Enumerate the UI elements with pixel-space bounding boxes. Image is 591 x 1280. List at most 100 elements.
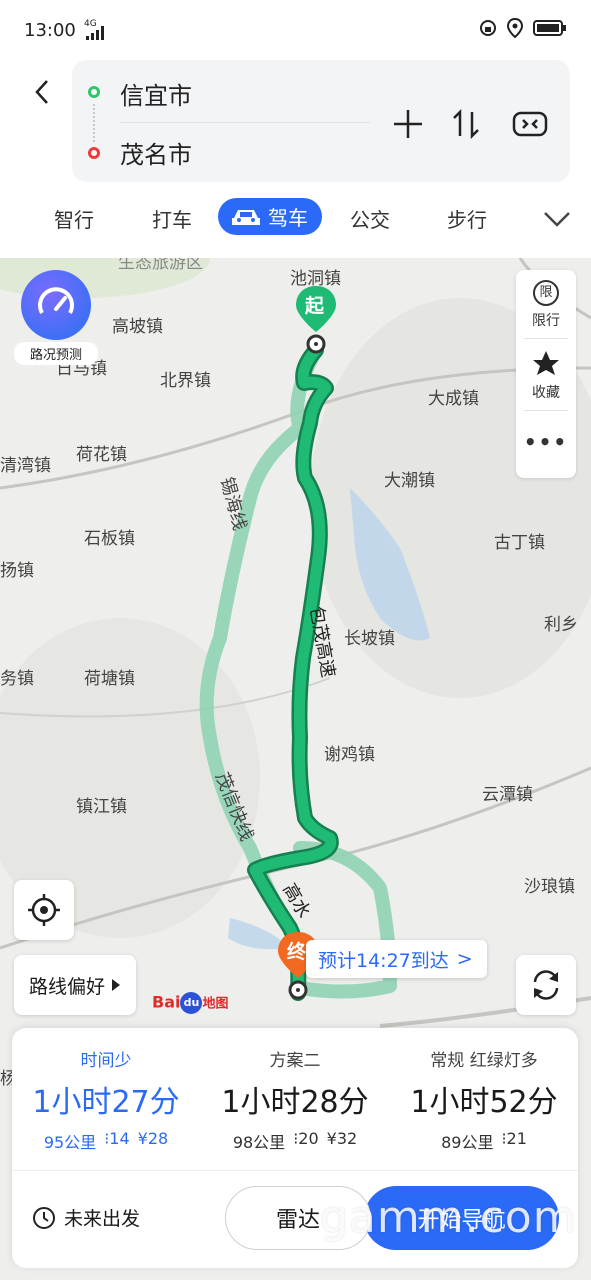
- plan-duration: 1小时28分: [221, 1085, 369, 1120]
- plan-toll: ¥32: [326, 1129, 358, 1148]
- back-button[interactable]: [24, 74, 60, 110]
- plan-lights: 14: [109, 1129, 130, 1148]
- chevron-right-icon: >: [456, 948, 473, 970]
- place-label: 高坡镇: [112, 317, 163, 337]
- route-connector: [93, 104, 95, 142]
- destination-dot-icon: [88, 147, 100, 159]
- origin-field[interactable]: 信宜市: [120, 76, 192, 111]
- tab-drive[interactable]: 驾车: [218, 198, 322, 235]
- start-marker-label: 起: [305, 295, 325, 317]
- speedometer-icon: [21, 270, 91, 340]
- favorite-button[interactable]: 收藏: [516, 350, 576, 402]
- plan-tag: 时间少: [80, 1051, 132, 1071]
- origin-dot-icon: [88, 86, 100, 98]
- start-marker[interactable]: 起: [292, 284, 340, 354]
- signal-icon: [86, 26, 104, 40]
- place-label: 镇江镇: [76, 797, 127, 817]
- place-label: 古丁镇: [494, 533, 545, 553]
- tab-smart[interactable]: 智行: [54, 204, 94, 233]
- paw-icon: du: [180, 992, 203, 1014]
- route-input-box: 信宜市 茂名市: [72, 60, 570, 182]
- plan-lights: 21: [506, 1129, 527, 1148]
- refresh-button[interactable]: [516, 955, 576, 1015]
- restriction-button[interactable]: 限 限行: [516, 280, 576, 330]
- car-icon: [232, 209, 260, 225]
- star-icon: [533, 351, 559, 375]
- traffic-forecast-label: 路况预测: [14, 342, 98, 365]
- swap-button[interactable]: [446, 104, 486, 144]
- chevron-left-icon: [35, 80, 48, 104]
- place-label: 利乡: [544, 615, 578, 635]
- location-status-icon: [507, 18, 523, 38]
- status-time: 13:00: [24, 20, 76, 41]
- tab-transit[interactable]: 公交: [350, 204, 390, 233]
- plan-distance: 89公里: [441, 1133, 494, 1152]
- clock-icon: [33, 1206, 55, 1229]
- plan-lights: 20: [298, 1129, 319, 1148]
- eta-text: 预计14:27到达: [318, 949, 449, 972]
- plan-duration: 1小时52分: [410, 1085, 558, 1120]
- place-label: 北界镇: [160, 371, 211, 391]
- eta-bubble[interactable]: 预计14:27到达 >: [306, 940, 487, 978]
- field-divider: [120, 122, 370, 123]
- place-label: 扬镇: [0, 561, 34, 581]
- plan-toll: ¥28: [137, 1129, 169, 1148]
- favorite-label: 收藏: [532, 385, 560, 401]
- route-header: 信宜市 茂名市: [0, 60, 591, 182]
- battery-icon: [533, 20, 566, 36]
- place-label: 石板镇: [84, 529, 135, 549]
- restriction-icon: 限: [533, 280, 559, 306]
- plan-option[interactable]: 时间少 1小时27分 95公里 ⁝14 ¥28: [12, 1046, 200, 1153]
- card-divider: [12, 1170, 578, 1171]
- crosshair-icon: [28, 894, 60, 926]
- plan-option[interactable]: 常规 红绿灯多 1小时52分 89公里 ⁝21: [390, 1046, 578, 1153]
- place-label: 荷塘镇: [84, 669, 135, 689]
- status-bar: 13:00 4G: [0, 0, 591, 60]
- destination-field[interactable]: 茂名市: [120, 135, 192, 170]
- route-preference-button[interactable]: 路线偏好: [14, 955, 136, 1015]
- watermark: gamm.com: [320, 1192, 577, 1243]
- route-options-button[interactable]: [510, 104, 550, 144]
- travel-mode-tabs: 智行 打车 驾车 公交 步行: [0, 190, 591, 252]
- end-marker-label: 终: [287, 941, 307, 963]
- more-icon: •••: [523, 430, 569, 454]
- plan-option[interactable]: 方案二 1小时28分 98公里 ⁝20 ¥32: [201, 1046, 389, 1153]
- lock-rotation-icon: [480, 20, 496, 36]
- place-label: 大潮镇: [384, 471, 435, 491]
- traffic-forecast-widget[interactable]: 路况预测: [14, 270, 98, 365]
- locate-button[interactable]: [14, 880, 74, 940]
- route-preference-label: 路线偏好: [28, 975, 105, 998]
- radar-label: 雷达: [275, 1208, 320, 1233]
- add-waypoint-button[interactable]: [388, 104, 428, 144]
- place-label: 荷花镇: [76, 445, 127, 465]
- more-button[interactable]: •••: [516, 430, 576, 454]
- place-label: 清湾镇: [0, 456, 51, 476]
- chevron-down-icon[interactable]: [542, 210, 572, 228]
- plan-distance: 95公里: [43, 1133, 97, 1152]
- caret-right-icon: [112, 979, 120, 991]
- tab-drive-label: 驾车: [268, 206, 308, 230]
- panel-divider: [524, 410, 568, 411]
- restriction-label: 限行: [532, 313, 560, 329]
- future-departure-label: 未来出发: [64, 1208, 141, 1230]
- future-departure-button[interactable]: 未来出发: [32, 1204, 140, 1231]
- logo-bai: Bai: [152, 992, 181, 1012]
- logo-name: 地图: [202, 996, 229, 1012]
- plan-distance: 98公里: [232, 1133, 286, 1152]
- tab-walk[interactable]: 步行: [447, 204, 487, 233]
- refresh-icon: [533, 970, 559, 1000]
- map-side-panel: 限 限行 收藏 •••: [516, 270, 576, 478]
- plan-tag: 常规 红绿灯多: [430, 1051, 538, 1071]
- panel-divider: [524, 338, 568, 339]
- place-label: 务镇: [0, 669, 34, 689]
- place-label: 沙琅镇: [524, 877, 575, 897]
- plan-duration: 1小时27分: [32, 1085, 180, 1120]
- place-label: 云潭镇: [482, 785, 533, 805]
- tab-taxi[interactable]: 打车: [152, 204, 192, 233]
- swap-icon: [453, 108, 479, 140]
- plan-tag: 方案二: [269, 1051, 321, 1071]
- baidu-map-logo: Bai du 地图: [152, 992, 229, 1014]
- route-options-icon: [512, 111, 548, 137]
- place-label: 谢鸡镇: [324, 745, 375, 765]
- place-label: 大成镇: [428, 389, 479, 409]
